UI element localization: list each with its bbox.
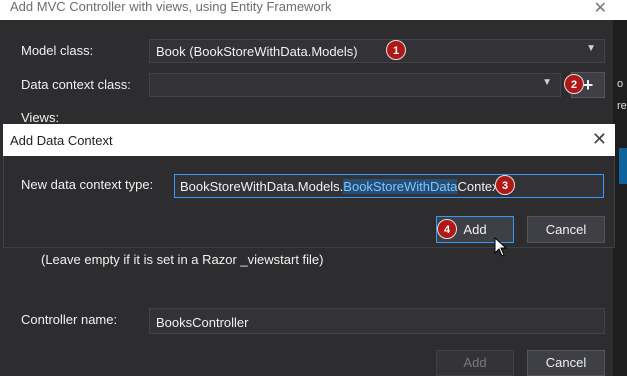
step-badge-1: 1 — [386, 40, 406, 60]
controller-name-label: Controller name: — [21, 312, 118, 327]
data-context-label: Data context class: — [21, 77, 131, 92]
chevron-down-icon: ▼ — [542, 77, 552, 88]
views-label: Views: — [21, 110, 60, 125]
data-context-select[interactable]: ▼ — [149, 73, 561, 97]
data-context-type-value: BookStoreWithData.Models.BookStoreWithDa… — [180, 179, 502, 194]
modal-title: Add Data Context — [10, 133, 113, 148]
data-context-type-label: New data context type: — [21, 177, 154, 192]
controller-name-value: BooksController — [156, 315, 249, 330]
outer-title: Add MVC Controller with views, using Ent… — [10, 0, 332, 14]
type-selected-text: BookStoreWithData — [343, 179, 458, 194]
outer-add-button[interactable]: Add — [436, 350, 514, 376]
step-badge-2: 2 — [564, 74, 584, 94]
step-badge-4: 4 — [437, 219, 457, 239]
step-badge-3: 3 — [495, 175, 515, 195]
background-window-edge: o re — [613, 20, 627, 376]
model-class-label: Model class: — [21, 43, 94, 58]
edge-text-2: re — [617, 100, 627, 112]
controller-name-input[interactable]: BooksController — [149, 308, 605, 334]
modal-title-bar: Add Data Context ✕ — [3, 124, 615, 156]
type-prefix: BookStoreWithData.Models. — [180, 179, 344, 194]
model-class-value: Book (BookStoreWithData.Models) — [156, 44, 358, 59]
modal-cancel-button[interactable]: Cancel — [527, 216, 605, 243]
outer-title-bar: Add MVC Controller with views, using Ent… — [0, 0, 627, 20]
close-icon[interactable]: ✕ — [592, 129, 607, 150]
close-icon[interactable]: ✕ — [594, 0, 607, 18]
layout-hint: (Leave empty if it is set in a Razor _vi… — [41, 252, 324, 267]
outer-cancel-button[interactable]: Cancel — [527, 350, 605, 376]
selection-indicator — [619, 148, 627, 184]
edge-text-1: o — [617, 78, 624, 90]
chevron-down-icon: ▼ — [586, 43, 596, 54]
data-context-type-input[interactable]: BookStoreWithData.Models.BookStoreWithDa… — [174, 174, 604, 198]
model-class-select[interactable]: Book (BookStoreWithData.Models) ▼ — [149, 39, 605, 63]
mouse-cursor-icon — [494, 237, 508, 257]
